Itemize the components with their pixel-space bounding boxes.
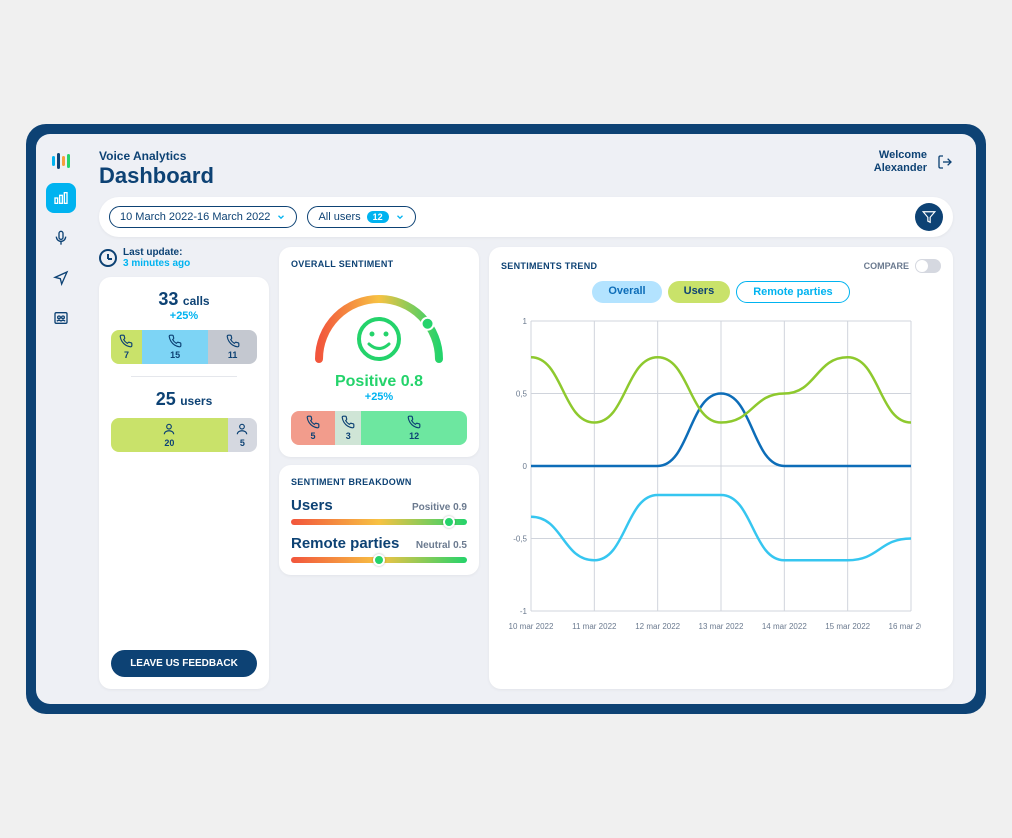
- date-range-select[interactable]: 10 March 2022-16 March 2022: [109, 206, 297, 228]
- svg-text:16 mar 2022: 16 mar 2022: [889, 622, 921, 631]
- segment[interactable]: 7: [111, 330, 142, 364]
- segment[interactable]: 5: [291, 411, 335, 445]
- divider: [131, 376, 237, 377]
- segment[interactable]: 3: [335, 411, 361, 445]
- page-title: Dashboard: [99, 163, 214, 189]
- breakdown-row: Remote parties Neutral 0.5: [291, 535, 467, 563]
- breakdown-row: Users Positive 0.9: [291, 497, 467, 525]
- last-update: Last update: 3 minutes ago: [99, 247, 269, 269]
- users-filter-label: All users: [318, 211, 360, 223]
- sidebar: [41, 139, 81, 699]
- device-frame: Voice Analytics Dashboard Welcome Alexan…: [26, 124, 986, 714]
- breakdown-value: Neutral 0.5: [416, 540, 467, 551]
- svg-text:0,5: 0,5: [516, 390, 528, 399]
- sidebar-item-people[interactable]: [46, 303, 76, 333]
- sentiment-segments: 5312: [291, 411, 467, 445]
- segment[interactable]: 15: [142, 330, 208, 364]
- segment[interactable]: 5: [228, 418, 257, 452]
- segment[interactable]: 12: [361, 411, 467, 445]
- compare-toggle[interactable]: [915, 259, 941, 273]
- legend-remote[interactable]: Remote parties: [736, 281, 849, 303]
- user-name: Alexander: [874, 162, 927, 175]
- feedback-button[interactable]: LEAVE US FEEDBACK: [111, 650, 257, 677]
- sidebar-item-dashboard[interactable]: [46, 183, 76, 213]
- svg-text:13 mar 2022: 13 mar 2022: [699, 622, 744, 631]
- legend-overall[interactable]: Overall: [592, 281, 661, 303]
- svg-text:10 mar 2022: 10 mar 2022: [509, 622, 554, 631]
- breakdown-slider[interactable]: [291, 557, 467, 563]
- sidebar-item-alerts[interactable]: [46, 263, 76, 293]
- calls-segments: 71511: [111, 330, 257, 364]
- filter-button[interactable]: [915, 203, 943, 231]
- breakdown-title: SENTIMENT BREAKDOWN: [291, 477, 467, 487]
- svg-text:-1: -1: [520, 607, 528, 616]
- calls-count: 33: [158, 289, 178, 309]
- column-overview: Last update: 3 minutes ago 33 calls +25%…: [99, 247, 269, 689]
- segment[interactable]: 20: [111, 418, 228, 452]
- sentiments-trend-card: SENTIMENTS TREND COMPARE Overall Users R…: [489, 247, 953, 689]
- sentiment-delta: +25%: [365, 391, 393, 403]
- compare-label: COMPARE: [864, 261, 909, 271]
- sentiment-value: Positive 0.8: [335, 373, 423, 391]
- calls-delta: +25%: [111, 310, 257, 322]
- sentiment-breakdown-card: SENTIMENT BREAKDOWN Users Positive 0.9 Rem…: [279, 465, 479, 575]
- clock-icon: [99, 249, 117, 267]
- breakdown-label: Users: [291, 497, 333, 514]
- svg-text:12 mar 2022: 12 mar 2022: [635, 622, 680, 631]
- chevron-down-icon: [395, 212, 405, 222]
- trend-title: SENTIMENTS TREND: [501, 261, 597, 271]
- header: Voice Analytics Dashboard Welcome Alexan…: [99, 149, 953, 189]
- calls-stat: 33 calls +25%: [111, 289, 257, 322]
- welcome-label: Welcome: [874, 149, 927, 162]
- app-screen: Voice Analytics Dashboard Welcome Alexan…: [36, 134, 976, 704]
- page-subtitle: Voice Analytics: [99, 149, 214, 163]
- svg-text:1: 1: [523, 317, 528, 326]
- filter-bar: 10 March 2022-16 March 2022 All users 12: [99, 197, 953, 237]
- calls-unit: calls: [183, 294, 210, 308]
- segment[interactable]: 11: [208, 330, 257, 364]
- trend-legend: Overall Users Remote parties: [501, 281, 941, 303]
- welcome-block: Welcome Alexander: [874, 149, 927, 175]
- breakdown-value: Positive 0.9: [412, 502, 467, 513]
- svg-text:-0,5: -0,5: [513, 535, 527, 544]
- users-stat: 25 users: [111, 389, 257, 410]
- svg-text:0: 0: [523, 462, 528, 471]
- breakdown-slider[interactable]: [291, 519, 467, 525]
- users-count-badge: 12: [367, 211, 389, 223]
- sidebar-item-recordings[interactable]: [46, 223, 76, 253]
- last-update-label: Last update:: [123, 247, 190, 258]
- last-update-value: 3 minutes ago: [123, 258, 190, 269]
- svg-text:15 mar 2022: 15 mar 2022: [825, 622, 870, 631]
- users-unit: users: [180, 394, 212, 408]
- column-sentiment: OVERALL SENTIMENT: [279, 247, 479, 689]
- logout-icon[interactable]: [937, 154, 953, 170]
- chevron-down-icon: [276, 212, 286, 222]
- date-range-value: 10 March 2022-16 March 2022: [120, 211, 270, 223]
- users-count: 25: [156, 389, 176, 409]
- overall-sentiment-card: OVERALL SENTIMENT: [279, 247, 479, 457]
- overall-sentiment-title: OVERALL SENTIMENT: [291, 259, 467, 269]
- compare-control: COMPARE: [864, 259, 941, 273]
- overview-card: 33 calls +25% 71511 25 users 205 LEAVE U…: [99, 277, 269, 689]
- content-grid: Last update: 3 minutes ago 33 calls +25%…: [99, 247, 953, 689]
- sentiment-gauge: Positive 0.8 +25%: [291, 279, 467, 403]
- svg-text:11 mar 2022: 11 mar 2022: [572, 622, 617, 631]
- users-segments: 205: [111, 418, 257, 452]
- breakdown-label: Remote parties: [291, 535, 399, 552]
- trend-chart: -1 -0,5 0 0,5 1 10 mar 2022 11 mar 2022 12 mar …: [501, 311, 941, 641]
- app-logo: [48, 149, 74, 173]
- main-area: Voice Analytics Dashboard Welcome Alexan…: [81, 139, 971, 699]
- users-filter-select[interactable]: All users 12: [307, 206, 415, 228]
- svg-text:14 mar 2022: 14 mar 2022: [762, 622, 807, 631]
- legend-users[interactable]: Users: [668, 281, 731, 303]
